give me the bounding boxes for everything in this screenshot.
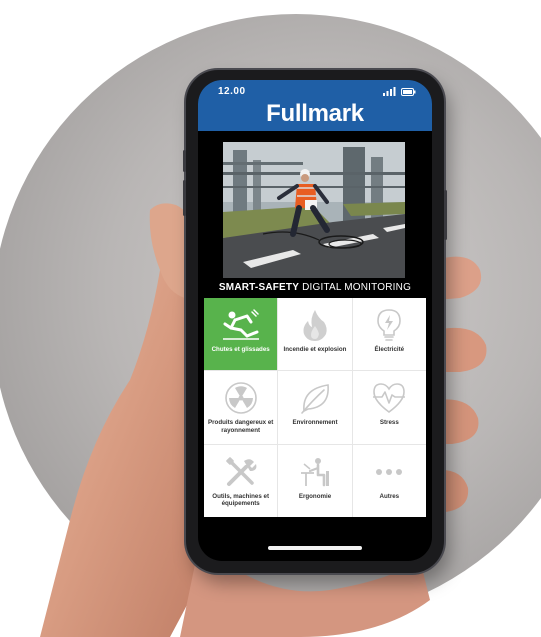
slip-fall-icon: [221, 308, 261, 342]
status-time: 12.00: [218, 86, 246, 97]
category-ergonomie[interactable]: Ergonomie: [278, 444, 352, 517]
power-button: [444, 190, 447, 240]
tile-label: Chutes et glissades: [211, 346, 270, 353]
tile-label: Outils, machines et équipements: [212, 492, 270, 508]
brand-logo: Fullmark: [266, 100, 364, 127]
app-header: 12.00 Fullmark: [198, 80, 432, 131]
category-electricite[interactable]: Électricité: [352, 298, 426, 371]
category-chutes-et-glissades[interactable]: Chutes et glissades: [204, 298, 278, 371]
phone-screen: 12.00 Fullmark SMART-SAFETY DIGITAL MONI…: [198, 80, 432, 561]
tile-label: Stress: [379, 419, 399, 427]
category-produits-dangereux-et-rayonnement[interactable]: Produits dangereux et rayonnement: [204, 371, 278, 444]
heart-pulse-icon: [371, 381, 407, 415]
hero-caption: SMART-SAFETY DIGITAL MONITORING: [198, 282, 432, 293]
category-incendie-et-explosion[interactable]: Incendie et explosion: [278, 298, 352, 371]
radiation-icon: [224, 381, 258, 415]
hero-caption-bold: SMART-SAFETY: [218, 282, 300, 293]
tile-label: Autres: [379, 492, 400, 500]
category-autres[interactable]: Autres: [352, 444, 426, 517]
volume-button: [183, 150, 186, 172]
desk-worker-icon: [298, 455, 332, 489]
hero-caption-rest: DIGITAL MONITORING: [299, 282, 412, 293]
category-grid: Chutes et glissades Incendie et explosio…: [204, 298, 426, 517]
flame-icon: [300, 308, 330, 342]
status-icons: [383, 87, 416, 96]
signal-icon: [383, 87, 396, 96]
category-stress[interactable]: Stress: [352, 371, 426, 444]
lightbulb-icon: [375, 308, 403, 342]
tile-label: Électricité: [374, 346, 405, 353]
category-outils-machines-et-equipements[interactable]: Outils, machines et équipements: [204, 444, 278, 517]
tile-label: Environnement: [292, 419, 338, 427]
leaf-icon: [298, 381, 332, 415]
tile-label: Incendie et explosion: [283, 346, 347, 353]
tile-label: Ergonomie: [298, 492, 332, 500]
home-indicator[interactable]: [268, 546, 362, 550]
hero-photo: [223, 142, 405, 278]
tile-label: Produits dangereux et rayonnement: [208, 419, 274, 434]
volume-button-2: [183, 180, 186, 216]
battery-icon: [401, 87, 416, 96]
more-dots-icon: [372, 455, 406, 489]
tools-icon: [224, 455, 258, 489]
category-environnement[interactable]: Environnement: [278, 371, 352, 444]
